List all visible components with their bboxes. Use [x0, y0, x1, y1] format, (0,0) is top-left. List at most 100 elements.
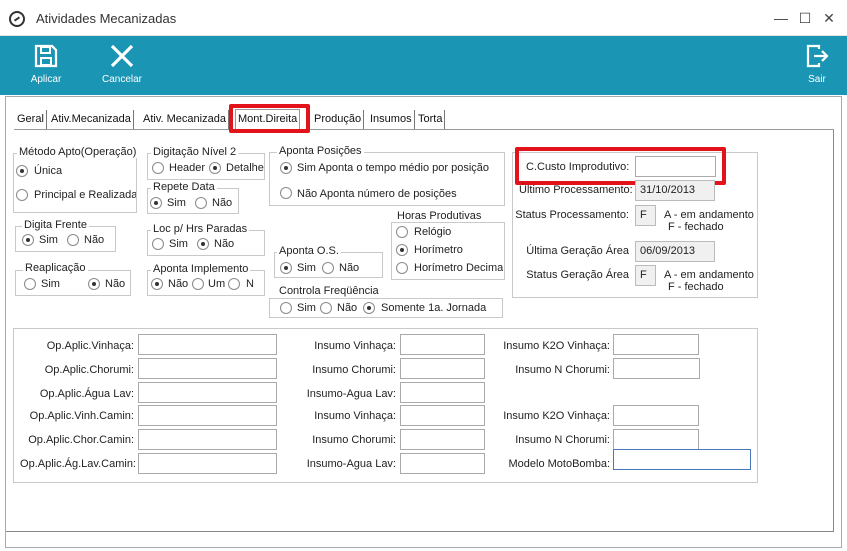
- radio-loc-sim[interactable]: [152, 238, 164, 250]
- radio-freq-sim-label: Sim: [297, 302, 316, 314]
- radio-implemento-n[interactable]: [228, 278, 240, 290]
- op-aplic-agua-lav-input[interactable]: [138, 382, 277, 403]
- op-aplic-ag-lav-camin-input[interactable]: [138, 453, 277, 474]
- tab-geral[interactable]: Geral: [15, 110, 47, 129]
- insumo-chorumi-label: Insumo Chorumi:: [312, 364, 396, 376]
- group-digita-frente-label: Digita Frente: [22, 219, 89, 231]
- apply-button[interactable]: Aplicar: [22, 36, 70, 95]
- insumo-vinhaca-input[interactable]: [400, 334, 485, 355]
- tab-producao[interactable]: Produção: [312, 110, 365, 129]
- modelo-motobomba-input[interactable]: [613, 449, 751, 470]
- toolbar: Aplicar Cancelar Sair: [0, 36, 847, 95]
- radio-frente-sim[interactable]: [22, 234, 34, 246]
- ultimo-processamento-value: 31/10/2013: [635, 180, 715, 201]
- radio-relogio[interactable]: [396, 226, 408, 238]
- radio-unica[interactable]: [16, 165, 28, 177]
- radio-principal-label: Principal e Realizada: [34, 189, 136, 201]
- status-geracao-label: Status Geração Área: [526, 269, 629, 281]
- ultimo-processamento-label: Último Processamento:: [519, 184, 633, 196]
- radio-freq-sim[interactable]: [280, 302, 292, 314]
- ccusto-input[interactable]: [635, 156, 716, 177]
- radio-implemento-um[interactable]: [192, 278, 204, 290]
- radio-repete-sim-label: Sim: [167, 197, 186, 209]
- radio-relogio-label: Relógio: [414, 226, 452, 238]
- insumo-n-chorumi-camin-label: Insumo N Chorumi:: [515, 434, 610, 446]
- radio-header[interactable]: [152, 162, 164, 174]
- insumo-vinhaca-camin-input[interactable]: [400, 405, 485, 426]
- op-aplic-chor-camin-input[interactable]: [138, 429, 277, 450]
- app-logo-icon: [9, 11, 25, 27]
- radio-repete-nao[interactable]: [195, 197, 207, 209]
- close-button[interactable]: ✕: [818, 8, 840, 28]
- insumo-vinhaca-label: Insumo Vinhaça:: [314, 340, 396, 352]
- radio-os-sim[interactable]: [280, 262, 292, 274]
- tab-insumos[interactable]: Insumos: [368, 110, 415, 129]
- exit-icon: [806, 44, 829, 68]
- radio-freq-somente-label: Somente 1a. Jornada: [381, 302, 487, 314]
- panel-border-right: [833, 130, 834, 532]
- group-controla-frequencia-label: Controla Freqüência: [277, 285, 381, 297]
- tab-ativ-mecanizada[interactable]: Ativ.Mecanizada: [49, 110, 134, 129]
- radio-repete-sim[interactable]: [150, 197, 162, 209]
- radio-horimetro[interactable]: [396, 244, 408, 256]
- op-aplic-vinhaca-input[interactable]: [138, 334, 277, 355]
- radio-detalhe[interactable]: [209, 162, 221, 174]
- radio-reaplicacao-sim-label: Sim: [41, 278, 60, 290]
- minimize-button[interactable]: —: [770, 8, 792, 28]
- radio-os-sim-label: Sim: [297, 262, 316, 274]
- modelo-motobomba-label: Modelo MotoBomba:: [508, 458, 611, 470]
- radio-reaplicacao-sim[interactable]: [24, 278, 36, 290]
- exit-button[interactable]: Sair: [797, 36, 837, 95]
- radio-posicoes-sim[interactable]: [280, 162, 292, 174]
- insumo-agua-lav-input[interactable]: [400, 382, 485, 403]
- group-aponta-posicoes-label: Aponta Posições: [277, 145, 364, 157]
- group-repete-data-label: Repete Data: [151, 181, 217, 193]
- op-aplic-agua-lav-label: Op.Aplic.Água Lav:: [39, 388, 134, 400]
- radio-loc-nao[interactable]: [197, 238, 209, 250]
- insumo-chorumi-camin-input[interactable]: [400, 429, 485, 450]
- status-ger-legend-a: A - em andamento: [664, 269, 754, 281]
- highlight-box-tab: [229, 104, 310, 133]
- status-processamento-label: Status Processamento:: [515, 209, 629, 221]
- op-aplic-vinh-camin-input[interactable]: [138, 405, 277, 426]
- insumo-k2o-vinhaca-input[interactable]: [613, 334, 699, 355]
- ultima-geracao-label: Última Geração Área: [526, 245, 629, 257]
- insumo-vinhaca-camin-label: Insumo Vinhaça:: [314, 410, 396, 422]
- ultima-geracao-value: 06/09/2013: [635, 241, 715, 262]
- radio-repete-nao-label: Não: [212, 197, 233, 209]
- cancel-button[interactable]: Cancelar: [98, 36, 146, 95]
- tab-ativ-mecanizada-2[interactable]: Ativ. Mecanizada: [141, 110, 229, 129]
- radio-implemento-nao-label: Não: [168, 278, 189, 290]
- op-aplic-vinh-camin-label: Op.Aplic.Vinh.Camin:: [29, 410, 134, 422]
- radio-reaplicacao-nao-label: Não: [105, 278, 126, 290]
- status-proc-legend-f: F - fechado: [668, 221, 724, 233]
- insumo-k2o-vinhaca-camin-input[interactable]: [613, 405, 699, 426]
- radio-posicoes-nao[interactable]: [280, 187, 292, 199]
- insumo-n-chorumi-input[interactable]: [613, 358, 700, 379]
- radio-horimetro-decimal[interactable]: [396, 262, 408, 274]
- radio-header-label: Header: [169, 162, 206, 174]
- radio-reaplicacao-nao[interactable]: [88, 278, 100, 290]
- group-digitacao-nivel2-label: Digitação Nível 2: [151, 146, 239, 158]
- op-aplic-chorumi-input[interactable]: [138, 358, 277, 379]
- close-x-icon: [110, 44, 134, 68]
- radio-principal[interactable]: [16, 189, 28, 201]
- radio-freq-nao[interactable]: [320, 302, 332, 314]
- tab-underline: [14, 129, 834, 130]
- insumo-chorumi-input[interactable]: [400, 358, 485, 379]
- radio-implemento-nao[interactable]: [151, 278, 163, 290]
- radio-implemento-n-label: N: [246, 278, 254, 290]
- tab-torta[interactable]: Torta: [416, 110, 446, 129]
- radio-os-nao[interactable]: [322, 262, 334, 274]
- radio-horimetro-label: Horímetro: [414, 244, 463, 256]
- insumo-n-chorumi-camin-input[interactable]: [613, 429, 699, 450]
- radio-frente-nao[interactable]: [67, 234, 79, 246]
- maximize-button[interactable]: ☐: [794, 8, 816, 28]
- radio-unica-label: Única: [34, 165, 63, 177]
- status-ger-legend-f: F - fechado: [668, 281, 724, 293]
- insumo-n-chorumi-label: Insumo N Chorumi:: [515, 364, 610, 376]
- radio-freq-somente[interactable]: [363, 302, 375, 314]
- group-horas-produtivas-label: Horas Produtivas: [395, 210, 484, 222]
- group-aponta-implemento-label: Aponta Implemento: [151, 263, 251, 275]
- insumo-agua-lav-camin-input[interactable]: [400, 453, 485, 474]
